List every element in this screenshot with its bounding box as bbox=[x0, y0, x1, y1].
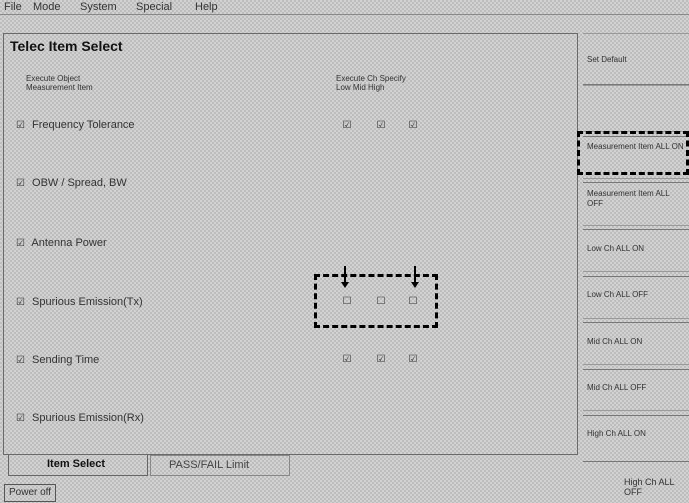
tab-pass-fail-limit[interactable]: PASS/FAIL Limit bbox=[150, 455, 290, 476]
checkbox-icon[interactable]: ☑ bbox=[16, 178, 25, 189]
low-ch-checkbox[interactable]: ☑ bbox=[342, 354, 352, 365]
softkey-label: Low Ch ALL ON bbox=[587, 244, 645, 253]
item-label: OBW / Spread, BW bbox=[32, 177, 127, 189]
header-execute-object: Execute Object Measurement Item bbox=[26, 74, 93, 92]
panel-title: Telec Item Select bbox=[10, 38, 123, 54]
softkey-set-default[interactable]: Set Default bbox=[583, 33, 689, 85]
header-left-line2: Measurement Item bbox=[26, 83, 93, 92]
item-frequency-tolerance[interactable]: ☑ Frequency Tolerance bbox=[16, 119, 135, 131]
item-sending-time[interactable]: ☑ Sending Time bbox=[16, 354, 99, 366]
header-left-line1: Execute Object bbox=[26, 74, 81, 83]
footer-high-ch-all-off[interactable]: High Ch ALL OFF bbox=[624, 477, 689, 497]
power-off-button[interactable]: Power off bbox=[4, 484, 57, 502]
telec-item-select-panel: Telec Item Select Execute Object Measure… bbox=[3, 33, 578, 455]
menu-mode[interactable]: Mode bbox=[33, 1, 61, 13]
arrow-low bbox=[344, 266, 346, 282]
item-label: Spurious Emission(Rx) bbox=[32, 412, 144, 424]
softkey-mid-ch-all-on[interactable]: Mid Ch ALL ON bbox=[583, 318, 689, 370]
checkbox-icon[interactable]: ☑ bbox=[16, 238, 25, 249]
item-spurious-emission-rx[interactable]: ☑ Spurious Emission(Rx) bbox=[16, 412, 144, 424]
tab-label: Item Select bbox=[47, 458, 106, 470]
softkey-measurement-all-off[interactable]: Measurement Item ALL OFF bbox=[583, 178, 689, 230]
item-antenna-power[interactable]: ☑ Antenna Power bbox=[16, 237, 107, 249]
arrow-down-icon bbox=[341, 282, 349, 288]
softkey-label: High Ch ALL ON bbox=[587, 429, 646, 438]
mid-ch-checkbox[interactable]: ☑ bbox=[376, 120, 386, 131]
mid-ch-checkbox[interactable]: ☑ bbox=[376, 354, 386, 365]
item-label: Frequency Tolerance bbox=[32, 119, 135, 131]
item-label: Antenna Power bbox=[31, 237, 107, 249]
highlight-softkey bbox=[577, 131, 689, 175]
arrow-down-icon bbox=[411, 282, 419, 288]
softkey-label: Mid Ch ALL ON bbox=[587, 337, 643, 346]
item-spurious-emission-tx[interactable]: ☑ Spurious Emission(Tx) bbox=[16, 296, 143, 308]
header-right-line1: Execute Ch Specify bbox=[336, 74, 406, 83]
checkbox-icon[interactable]: ☑ bbox=[16, 355, 25, 366]
softkey-label: Low Ch ALL OFF bbox=[587, 290, 649, 299]
softkey-low-ch-all-on[interactable]: Low Ch ALL ON bbox=[583, 225, 689, 277]
high-ch-checkbox[interactable]: ☑ bbox=[408, 354, 418, 365]
high-ch-checkbox[interactable]: ☑ bbox=[408, 120, 418, 131]
softkey-mid-ch-all-off[interactable]: Mid Ch ALL OFF bbox=[583, 364, 689, 416]
header-right-line2: Low Mid High bbox=[336, 83, 385, 92]
highlight-box bbox=[314, 274, 438, 328]
softkey-blank[interactable] bbox=[583, 85, 689, 137]
item-obw-spread-bw[interactable]: ☑ OBW / Spread, BW bbox=[16, 177, 127, 189]
arrow-high bbox=[414, 266, 416, 282]
softkey-label: Set Default bbox=[587, 55, 627, 64]
header-execute-ch: Execute Ch Specify Low Mid High bbox=[336, 74, 406, 92]
softkey-label: Mid Ch ALL OFF bbox=[587, 383, 647, 392]
softkey-label: Measurement Item ALL OFF bbox=[587, 189, 670, 208]
softkey-low-ch-all-off[interactable]: Low Ch ALL OFF bbox=[583, 271, 689, 323]
low-ch-checkbox[interactable]: ☑ bbox=[342, 120, 352, 131]
menu-system[interactable]: System bbox=[80, 1, 117, 13]
checkbox-icon[interactable]: ☑ bbox=[16, 297, 25, 308]
checkbox-icon[interactable]: ☑ bbox=[16, 413, 25, 424]
menu-help[interactable]: Help bbox=[195, 1, 218, 13]
tab-item-select[interactable]: Item Select bbox=[8, 455, 148, 476]
menu-file[interactable]: File bbox=[4, 1, 22, 13]
softkey-high-ch-all-on[interactable]: High Ch ALL ON bbox=[583, 410, 689, 462]
checkbox-icon[interactable]: ☑ bbox=[16, 120, 25, 131]
menu-bar: File Mode System Special Help bbox=[0, 0, 689, 15]
tab-label: PASS/FAIL Limit bbox=[169, 459, 250, 471]
menu-special[interactable]: Special bbox=[136, 1, 172, 13]
item-label: Sending Time bbox=[32, 354, 100, 366]
item-label: Spurious Emission(Tx) bbox=[32, 296, 143, 308]
